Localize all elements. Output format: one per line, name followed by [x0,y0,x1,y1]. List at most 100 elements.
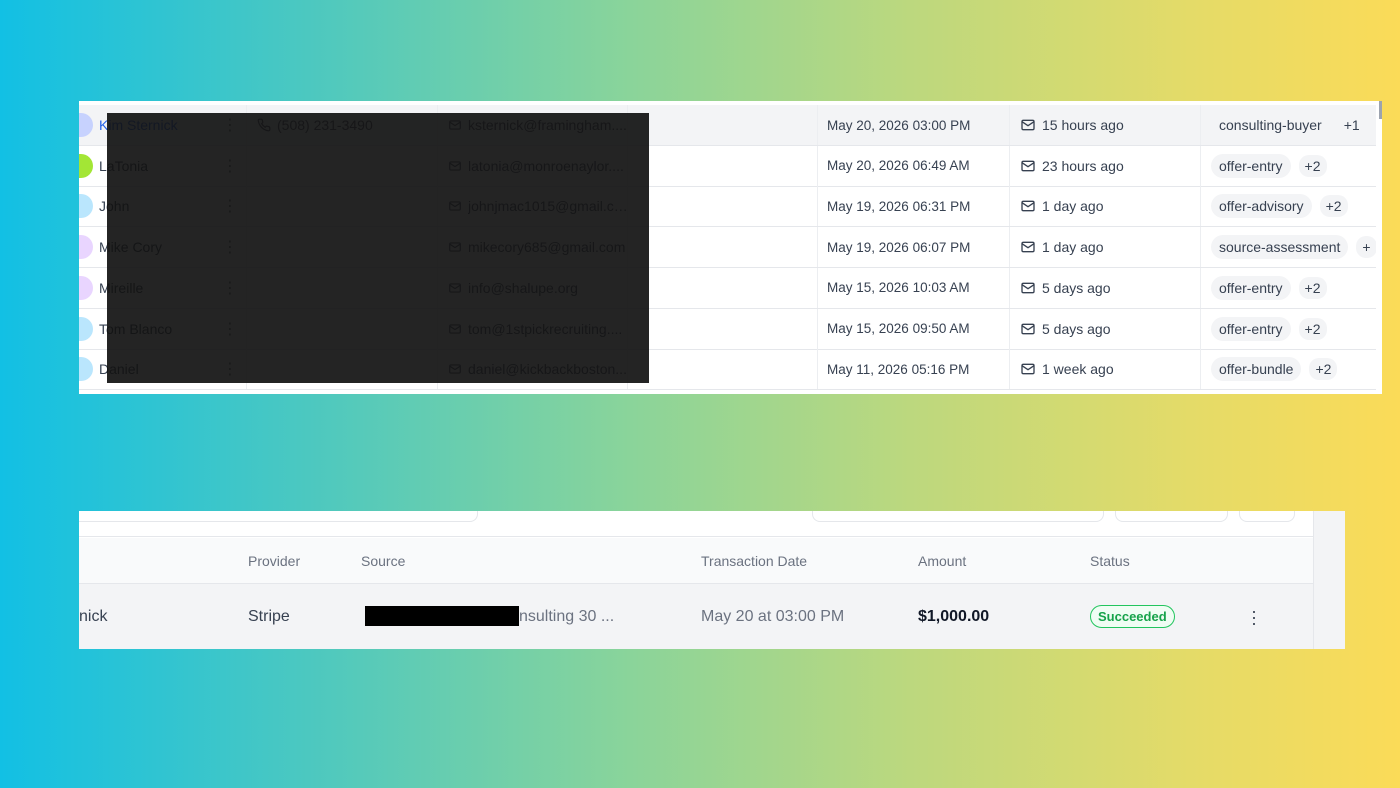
more-vertical-icon[interactable]: · · · [1251,602,1257,632]
filter-button[interactable] [1115,511,1228,522]
empty-cell [628,349,818,390]
mail-icon [1021,119,1035,131]
avatar [79,113,93,137]
tag-chip[interactable]: offer-entry [1211,316,1291,341]
more-tags-badge[interactable]: +2 [1309,358,1338,381]
tag-chip[interactable]: offer-entry [1211,153,1291,178]
date-text: May 19, 2026 [827,198,909,214]
more-tags-badge[interactable]: +1 [1338,114,1366,136]
tags-cell: offer-entry +2 [1201,309,1376,349]
date-cell: May 20, 2026 06:49 AM [818,145,1010,186]
last-activity-text: 1 day ago [1042,198,1104,215]
empty-cell [628,105,818,145]
date-text: May 19, 2026 [827,239,909,255]
row-actions[interactable]: · · · [1251,584,1257,649]
last-activity-text: 5 days ago [1042,279,1111,296]
time-text: 03:00 PM [912,117,971,133]
date-cell: May 15, 2026 09:50 AM [818,308,1010,349]
tags-cell: offer-entry +2 [1201,146,1376,186]
avatar [79,275,93,300]
date-range-input[interactable] [812,511,1104,522]
time-text: 06:07 PM [912,239,971,255]
tags-cell: offer-advisory +2 [1201,186,1376,226]
header-amount[interactable]: Amount [918,538,966,584]
avatar [79,316,93,341]
header-status[interactable]: Status [1090,538,1130,584]
tags-cell: offer-bundle +2 [1201,349,1376,389]
export-button[interactable] [1239,511,1295,522]
status-cell: Succeeded [1090,584,1175,649]
date-cell: May 15, 2026 10:03 AM [818,267,1010,308]
last-activity-text: 5 days ago [1042,320,1111,337]
more-tags-badge[interactable]: +2 [1298,317,1327,340]
last-activity-text: 15 hours ago [1042,117,1124,133]
tag-chip[interactable]: offer-advisory [1211,194,1312,219]
empty-cell [628,267,818,308]
more-tags-badge[interactable]: +2 [1298,276,1327,299]
table-header: Provider Source Transaction Date Amount … [79,538,1313,584]
header-source[interactable]: Source [361,538,405,584]
mail-icon [1021,201,1035,212]
transaction-date-value: May 20 at 03:00 PM [701,607,845,625]
last-activity-cell: 5 days ago [1010,308,1201,349]
side-panel [1313,511,1345,649]
last-activity-cell: 1 day ago [1010,186,1201,227]
tags-cell: source-assessment + [1201,227,1376,267]
more-tags-badge[interactable]: + [1356,236,1376,259]
avatar [79,357,93,382]
time-text: 05:16 PM [911,361,970,377]
time-text: 10:03 AM [912,280,970,296]
source-value: nsulting 30 ... [519,607,615,625]
avatar [79,153,93,178]
date-cell: May 11, 2026 05:16 PM [818,349,1010,390]
last-activity-cell: 1 day ago [1010,227,1201,268]
tag-chip[interactable]: offer-entry [1211,275,1291,300]
payments-table: Provider Source Transaction Date Amount … [79,511,1345,649]
last-activity-cell: 5 days ago [1010,267,1201,308]
tag-chip[interactable]: consulting-buyer [1211,113,1330,137]
tag-chip[interactable]: offer-bundle [1211,357,1302,382]
avatar [79,194,93,219]
mail-icon [1021,282,1035,294]
provider-value: Stripe [248,607,290,625]
more-tags-badge[interactable]: +2 [1298,154,1327,177]
last-activity-text: 1 week ago [1042,361,1114,378]
date-cell: May 19, 2026 06:07 PM [818,227,1010,268]
date-text: May 20, 2026 [827,158,909,174]
empty-cell [628,186,818,227]
date-cell: May 19, 2026 06:31 PM [818,186,1010,227]
toolbar [79,511,1313,537]
scrollbar-thumb[interactable] [1379,101,1382,119]
redaction-box [107,113,649,383]
date-text: May 11, 2026 [827,361,908,377]
mail-icon [1021,323,1035,334]
mail-icon [1021,160,1035,172]
customer-name[interactable]: nick [79,584,107,649]
date-cell: May 20, 2026 03:00 PM [818,105,1010,145]
empty-cell [628,227,818,268]
date-text: May 15, 2026 [827,321,909,336]
more-tags-badge[interactable]: +2 [1319,195,1348,218]
time-text: 06:31 PM [912,198,971,214]
time-text: 06:49 AM [912,158,970,174]
empty-cell [628,308,818,349]
last-activity-cell: 1 week ago [1010,349,1201,390]
last-activity-cell: 23 hours ago [1010,145,1201,186]
amount-value: $1,000.00 [918,607,990,625]
last-activity-cell: 15 hours ago [1010,105,1201,145]
header-transaction-date[interactable]: Transaction Date [701,538,807,584]
tags-cell: consulting-buyer +1 [1201,105,1376,145]
status-badge: Succeeded [1090,605,1175,628]
avatar [79,235,93,260]
date-text: May 20, 2026 [827,117,909,133]
last-activity-text: 23 hours ago [1042,157,1124,174]
header-provider[interactable]: Provider [248,538,300,584]
table-row[interactable]: nick Stripe nsulting 30 ... May 20 at 03… [79,584,1313,649]
last-activity-text: 1 day ago [1042,239,1104,256]
tags-cell: offer-entry +2 [1201,268,1376,308]
search-input[interactable] [79,511,478,522]
redaction-box [365,606,519,626]
empty-cell [628,145,818,186]
tag-chip[interactable]: source-assessment [1211,235,1349,260]
contacts-table: Kim Sternick ⋮ (508) 231-3490 ksternick@… [79,101,1382,394]
